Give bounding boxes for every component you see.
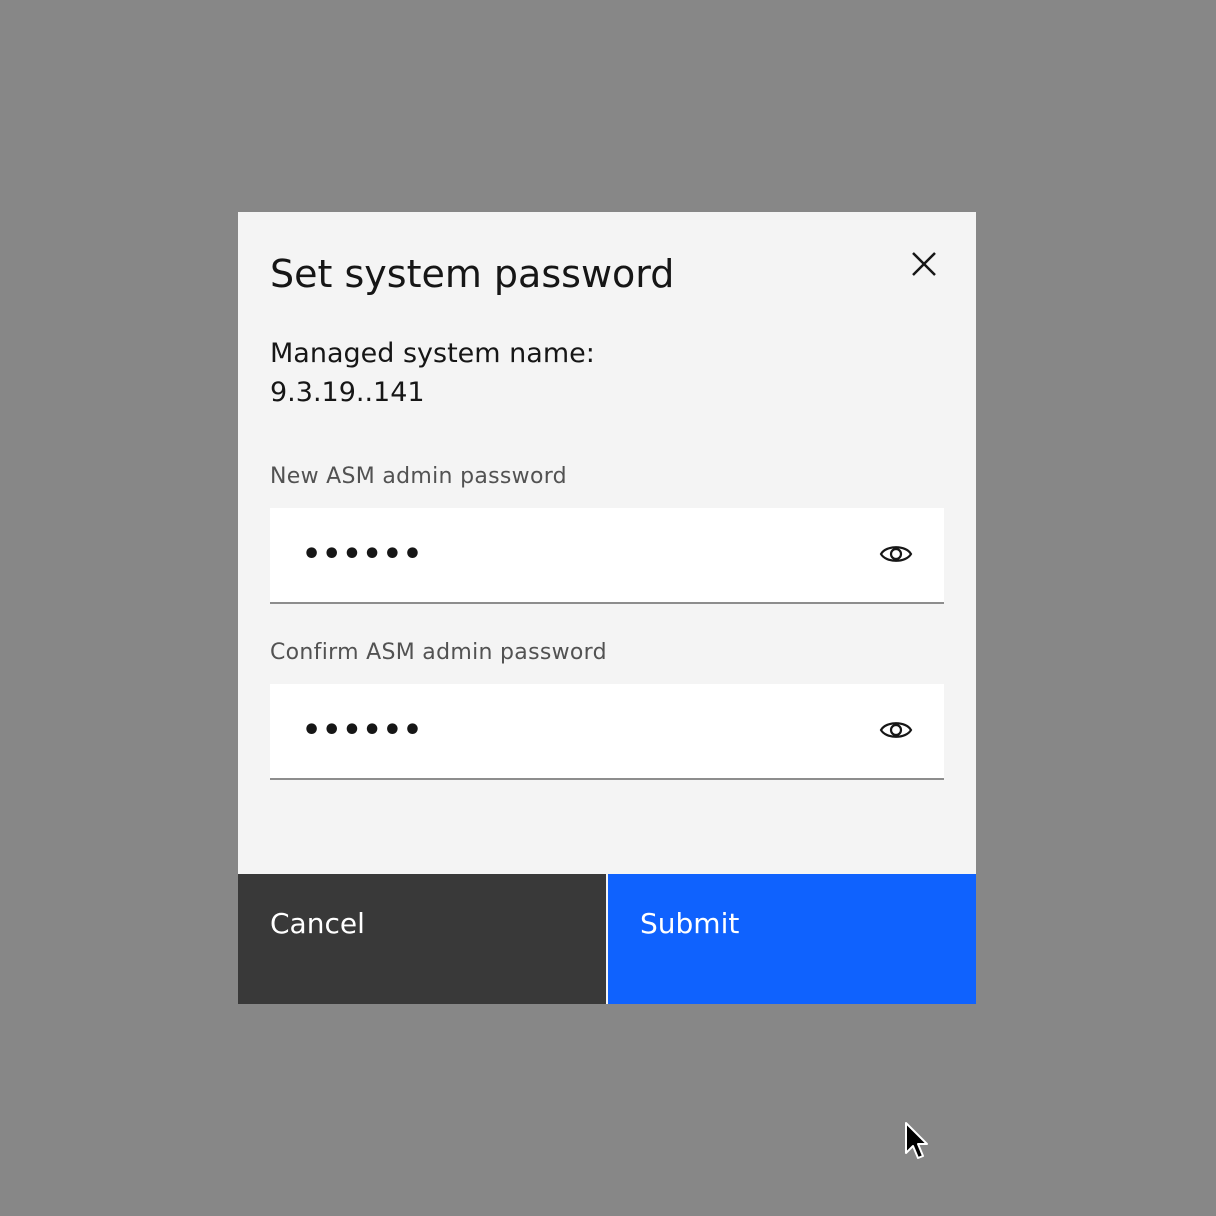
new-password-value: •••••• xyxy=(302,537,424,572)
managed-system-info: Managed system name: 9.3.19..141 xyxy=(270,334,595,412)
confirm-password-value: •••••• xyxy=(302,713,424,748)
new-password-input[interactable]: •••••• xyxy=(270,508,944,604)
close-button[interactable] xyxy=(904,244,944,284)
managed-system-label: Managed system name: xyxy=(270,338,595,369)
new-password-label: New ASM admin password xyxy=(270,464,567,489)
eye-icon xyxy=(879,546,913,562)
set-password-modal: Set system password Managed system name:… xyxy=(238,212,976,1004)
show-confirm-password-button[interactable] xyxy=(874,708,918,752)
show-new-password-button[interactable] xyxy=(874,532,918,576)
managed-system-value: 9.3.19..141 xyxy=(270,377,425,408)
confirm-password-input[interactable]: •••••• xyxy=(270,684,944,780)
cancel-button[interactable]: Cancel xyxy=(238,874,606,1004)
modal-title: Set system password xyxy=(270,252,675,296)
submit-button[interactable]: Submit xyxy=(608,874,976,1004)
close-icon xyxy=(912,252,936,276)
confirm-password-label: Confirm ASM admin password xyxy=(270,640,607,665)
mouse-cursor-icon xyxy=(905,1122,928,1159)
eye-icon xyxy=(879,722,913,738)
